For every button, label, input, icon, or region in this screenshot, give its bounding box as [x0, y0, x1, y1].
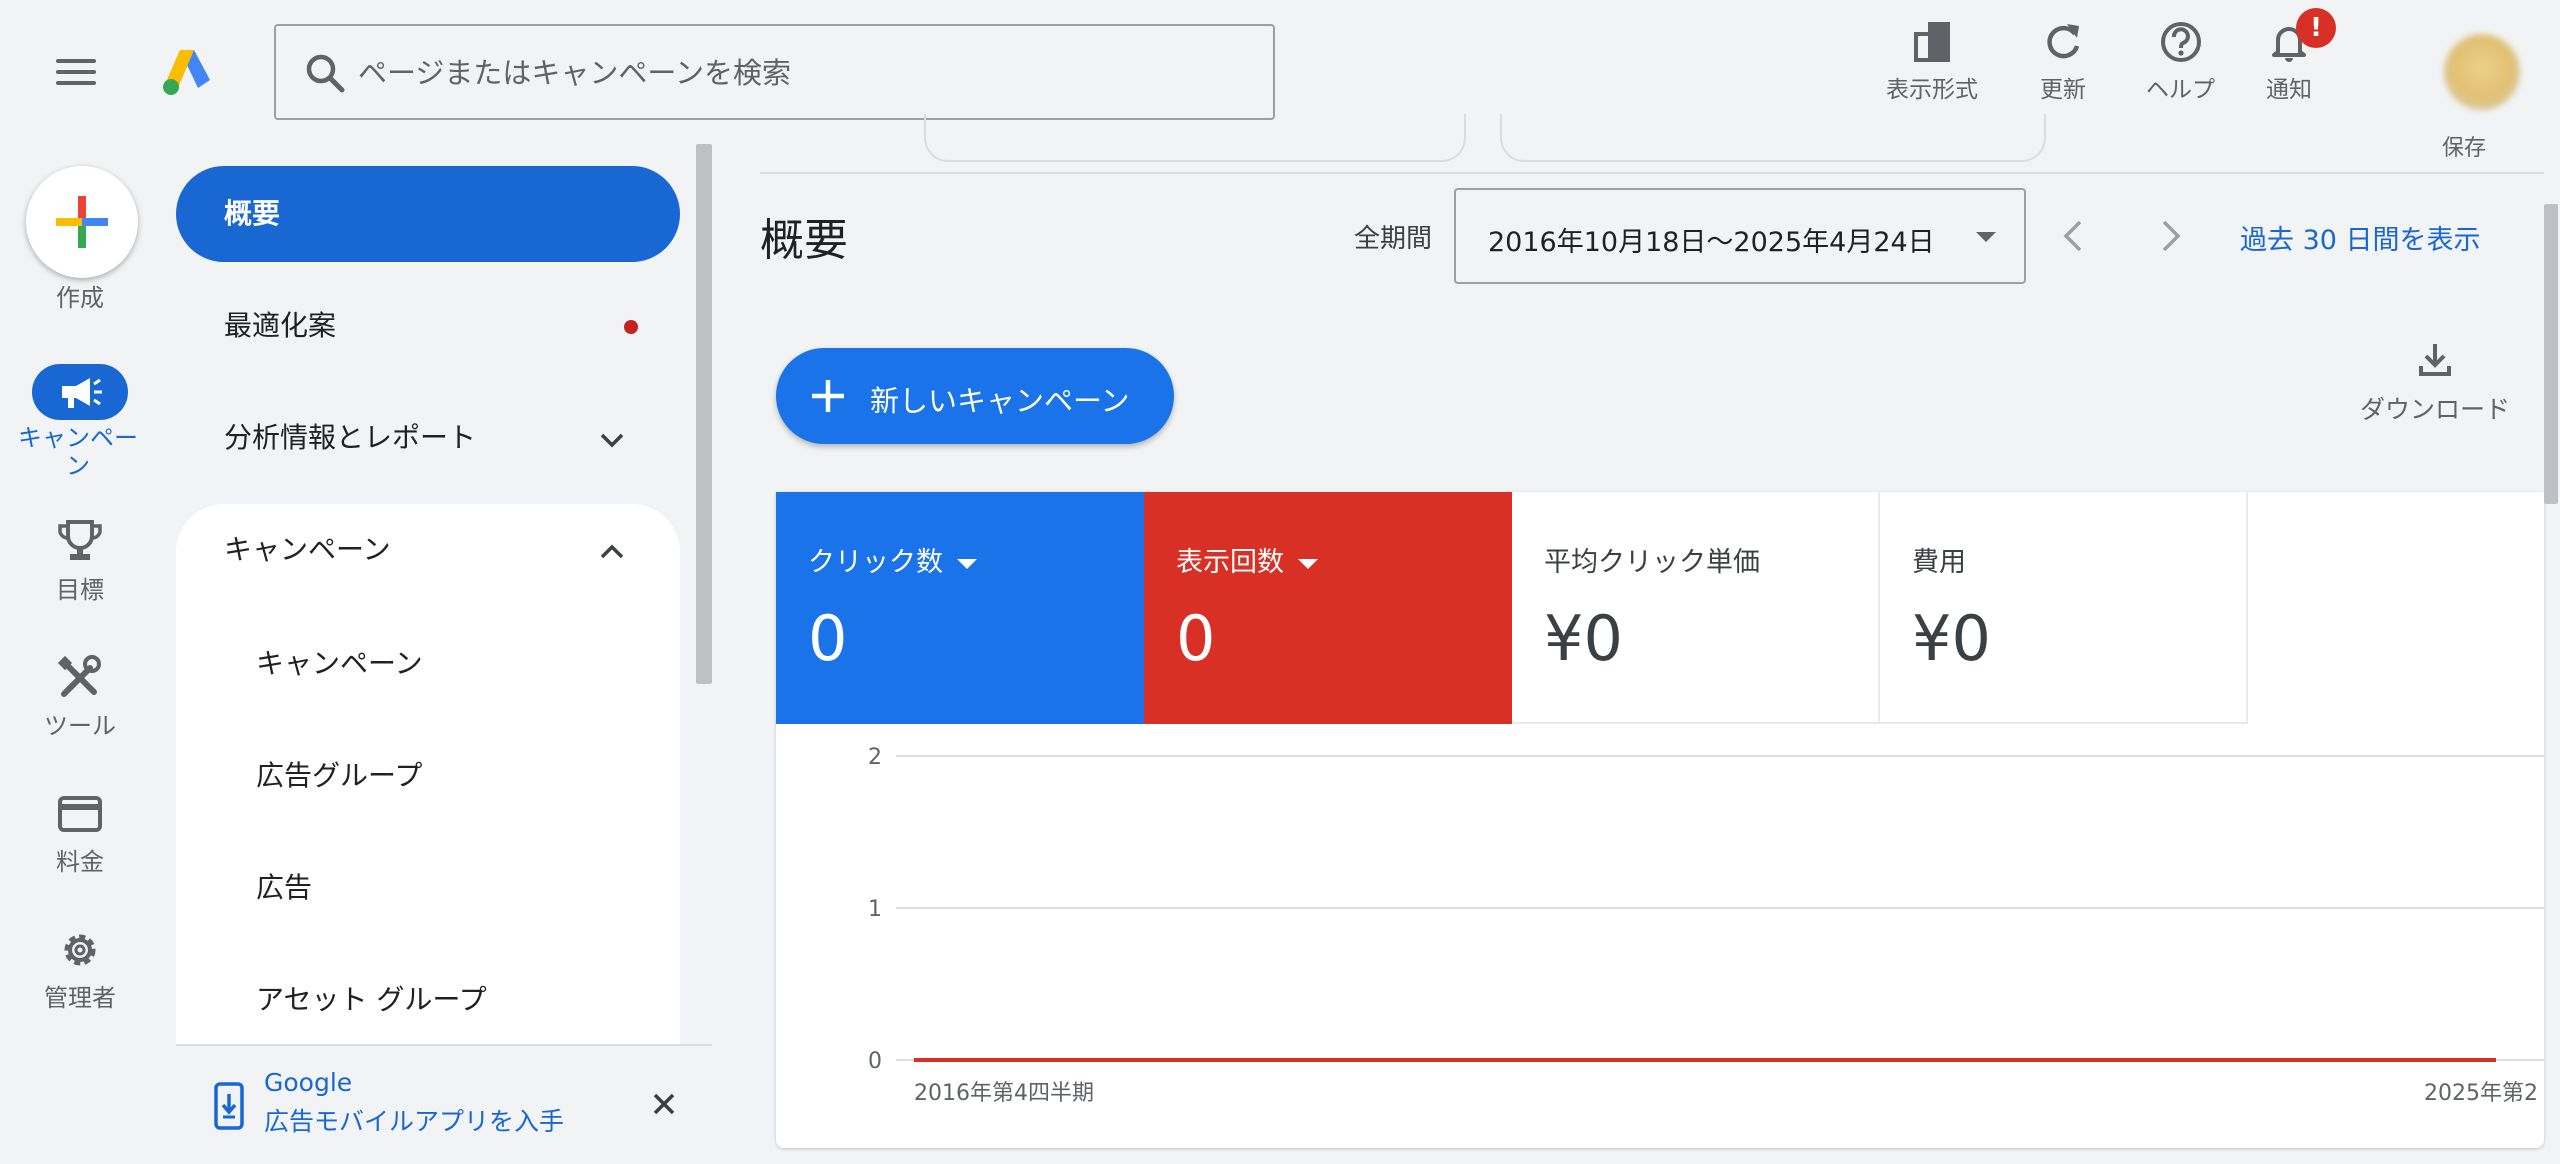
metric-value: ¥0: [1544, 602, 1623, 675]
nav-sub-campaigns[interactable]: キャンペーン: [256, 642, 423, 682]
billing-label[interactable]: 料金: [0, 848, 160, 876]
megaphone-icon: [62, 378, 102, 408]
strip-label: 保存: [2442, 136, 2487, 161]
chevron-left-icon[interactable]: [2050, 212, 2098, 260]
promo-title[interactable]: Google: [264, 1068, 352, 1097]
help-icon: [2160, 22, 2201, 62]
campaigns-rail-label[interactable]: キャンペーン: [0, 424, 156, 480]
search-box[interactable]: [274, 24, 1275, 120]
y-tick-label: 2: [868, 745, 882, 770]
refresh-icon: [2047, 24, 2080, 59]
page-title: 概要: [760, 215, 848, 266]
dropdown-arrow-icon[interactable]: [957, 558, 977, 569]
chevron-down-icon[interactable]: [596, 424, 628, 456]
metric-name: 平均クリック単価: [1544, 547, 1760, 578]
period-label: 全期間: [1354, 224, 1433, 254]
dropdown-arrow-icon: [1976, 232, 1996, 242]
metric-name: 費用: [1912, 547, 1966, 578]
date-range-value: 2016年10月18日～2025年4月24日: [1488, 227, 1935, 258]
y-tick-label: 1: [868, 897, 882, 922]
admin-label[interactable]: 管理者: [0, 984, 160, 1012]
chevron-up-icon[interactable]: [596, 536, 628, 568]
google-ads-logo[interactable]: [160, 46, 214, 96]
metric-name: クリック数: [808, 540, 977, 579]
appearance-button[interactable]: 表示形式: [1886, 20, 1978, 104]
dropdown-arrow-icon[interactable]: [1298, 558, 1318, 569]
help-label: ヘルプ: [2146, 77, 2215, 103]
performance-chart-card: クリック数 0 表示回数 0 平均クリック単価 ¥0 費用 ¥0 0 1 2 2016…: [776, 492, 2544, 1148]
nav-sub-ads[interactable]: 広告: [256, 866, 312, 906]
search-input[interactable]: [358, 46, 1238, 100]
search-icon: [306, 54, 345, 93]
metric-card-clicks[interactable]: クリック数 0: [776, 492, 1144, 724]
mobile-app-promo[interactable]: Google 広告モバイルアプリを入手: [176, 1044, 712, 1164]
appearance-label: 表示形式: [1886, 77, 1978, 103]
chevron-right-icon[interactable]: [2146, 212, 2194, 260]
download-icon: [2419, 344, 2451, 376]
appearance-icon: [1914, 22, 1950, 62]
y-tick-label: 0: [868, 1049, 882, 1074]
goals-label[interactable]: 目標: [0, 576, 160, 604]
notification-badge: !: [2296, 8, 2336, 48]
line-chart: 0 1 2 2016年第4四半期 2025年第2: [868, 745, 2544, 1106]
new-campaign-button[interactable]: 新しいキャンペーン: [776, 348, 1174, 444]
tools-icon[interactable]: [50, 648, 110, 708]
metric-card-impressions[interactable]: 表示回数 0: [1144, 492, 1512, 724]
nav-scrollbar[interactable]: [696, 144, 712, 684]
new-campaign-label: 新しいキャンペーン: [870, 384, 1130, 418]
create-button[interactable]: [26, 166, 138, 278]
metric-name: 表示回数: [1176, 540, 1318, 579]
main-scrollbar[interactable]: [2544, 204, 2558, 504]
promo-subtitle[interactable]: 広告モバイルアプリを入手: [264, 1102, 564, 1138]
close-icon[interactable]: [650, 1090, 678, 1118]
refresh-button[interactable]: 更新: [2040, 20, 2086, 104]
refresh-label: 更新: [2040, 77, 2086, 103]
x-tick-label: 2025年第2: [2424, 1081, 2538, 1106]
gear-icon[interactable]: [50, 920, 110, 980]
plus-icon: [56, 196, 108, 248]
download-button[interactable]: ダウンロード: [2350, 340, 2520, 426]
summary-card: [1500, 114, 2046, 162]
date-range-picker[interactable]: 2016年10月18日～2025年4月24日: [1454, 188, 2026, 284]
metric-value: ¥0: [1912, 602, 1991, 675]
nav-sub-ad-groups[interactable]: 広告グループ: [256, 754, 422, 794]
x-tick-label: 2016年第4四半期: [914, 1081, 1094, 1106]
metric-value: 0: [808, 602, 848, 675]
metric-card-cost[interactable]: 費用 ¥0: [1880, 492, 2248, 724]
tools-label[interactable]: ツール: [0, 712, 160, 740]
summary-card: [924, 114, 1466, 162]
help-button[interactable]: ヘルプ: [2146, 20, 2215, 104]
credit-card-icon[interactable]: [50, 784, 110, 844]
create-label: 作成: [56, 284, 104, 312]
trophy-icon[interactable]: [50, 512, 110, 572]
menu-icon[interactable]: [56, 52, 96, 92]
plus-icon: [812, 380, 844, 412]
nav-item-recommendations[interactable]: 最適化案: [176, 278, 680, 374]
download-label: ダウンロード: [2359, 395, 2510, 424]
avatar[interactable]: [2444, 34, 2520, 110]
notifications-label: 通知: [2266, 77, 2312, 103]
metric-card-avg-cpc[interactable]: 平均クリック単価 ¥0: [1512, 492, 1880, 724]
phone-download-icon: [214, 1082, 244, 1130]
notification-dot: [624, 320, 638, 334]
nav-sub-asset-groups[interactable]: アセット グループ: [256, 978, 487, 1018]
summary-strip: [760, 114, 2544, 174]
nav-item-overview[interactable]: 概要: [176, 166, 680, 262]
show-last-30-days-link[interactable]: 過去 30 日間を表示: [2240, 218, 2481, 257]
campaigns-rail-button[interactable]: [32, 364, 128, 420]
metric-value: 0: [1176, 602, 1216, 675]
